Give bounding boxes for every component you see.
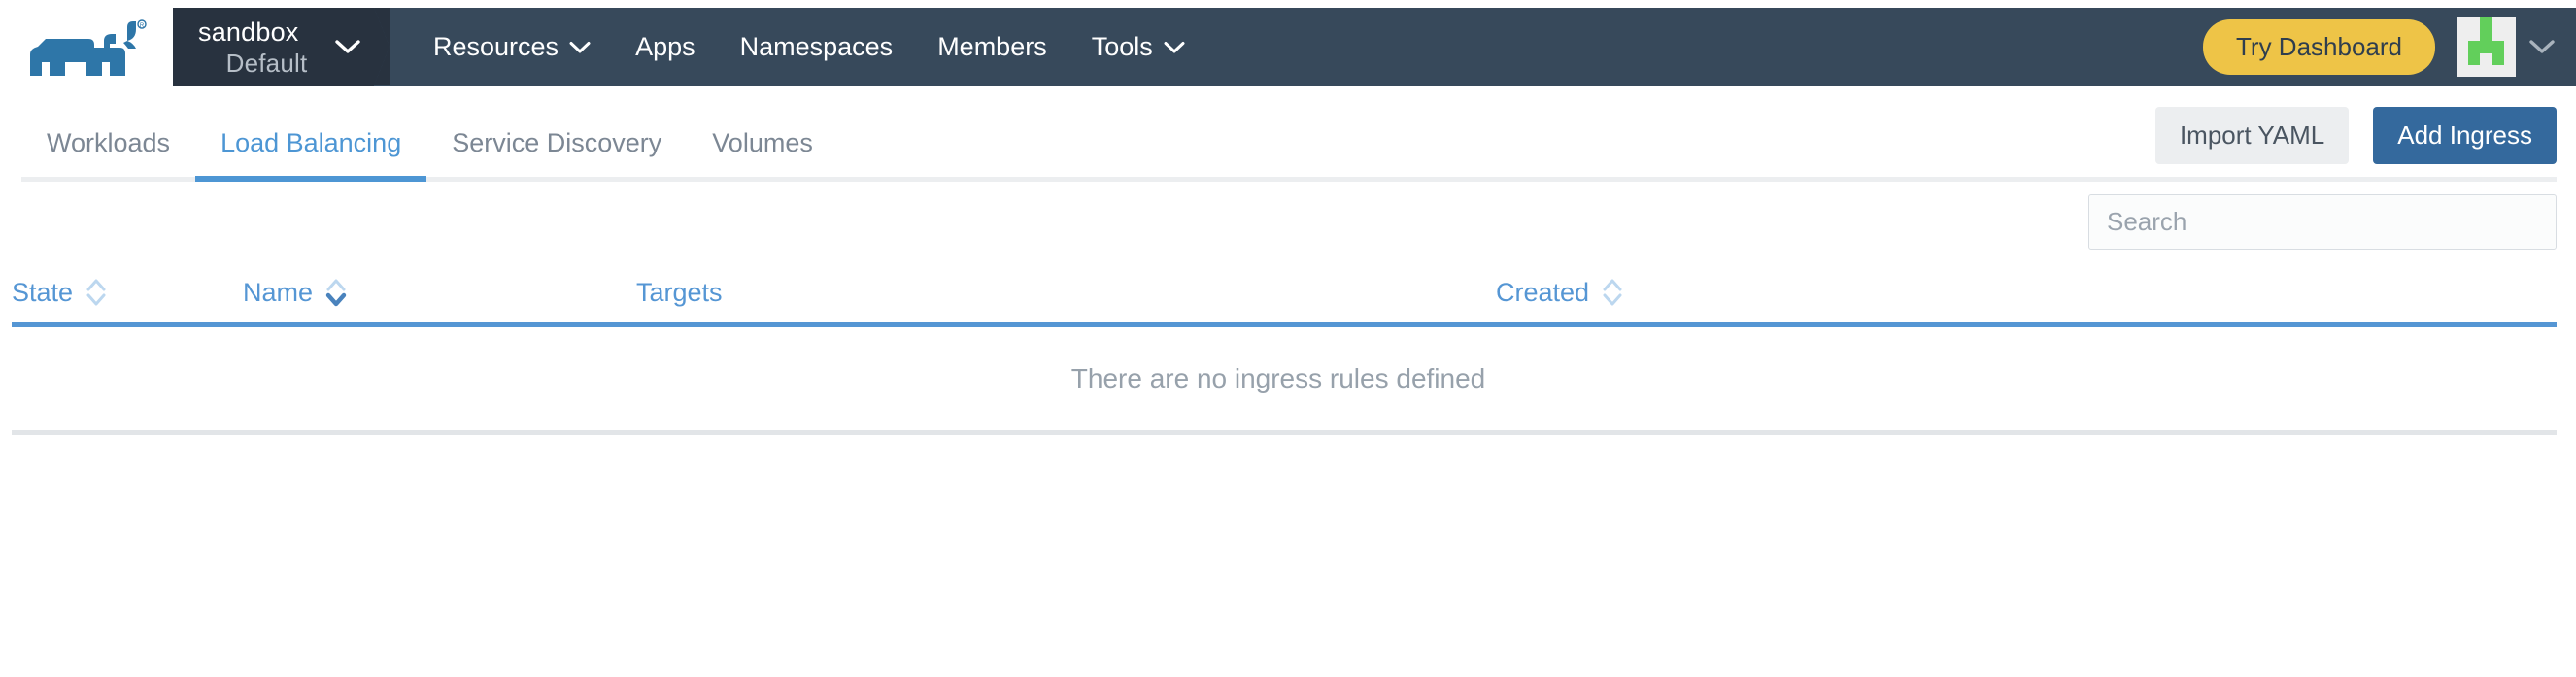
table-header-row: State Name Targets Created <box>0 262 2557 322</box>
avatar[interactable] <box>2457 17 2516 77</box>
empty-state-message: There are no ingress rules defined <box>1070 363 1486 393</box>
chevron-down-icon <box>1164 40 1185 58</box>
chevron-down-icon <box>569 40 591 58</box>
tab-bar: Workloads Load Balancing Service Discove… <box>0 94 2576 182</box>
tab-label: Service Discovery <box>452 128 662 157</box>
page-actions: Import YAML Add Ingress <box>2154 106 2557 170</box>
project-name: Default <box>225 48 308 78</box>
table-empty-state: There are no ingress rules defined <box>0 327 2557 430</box>
column-header-label: Name <box>243 277 314 307</box>
import-yaml-button[interactable]: Import YAML <box>2154 106 2350 164</box>
header-actions: Try Dashboard <box>2203 8 2576 86</box>
search-row <box>0 182 2576 262</box>
avatar-cell <box>2504 17 2516 29</box>
avatar-cell <box>2480 53 2491 65</box>
tab-label: Volumes <box>712 128 813 157</box>
column-header-targets: Targets <box>636 278 1496 308</box>
try-dashboard-button[interactable]: Try Dashboard <box>2203 19 2435 75</box>
avatar-cell <box>2457 29 2468 41</box>
nav-item-label: Resources <box>433 32 559 61</box>
avatar-cell <box>2457 53 2468 65</box>
avatar-cell <box>2504 41 2516 52</box>
nav-item-tools[interactable]: Tools <box>1069 8 1207 86</box>
avatar-cell <box>2457 65 2468 77</box>
avatar-cell <box>2504 65 2516 77</box>
avatar-cell <box>2468 17 2480 29</box>
avatar-cell <box>2492 65 2504 77</box>
tab-label: Load Balancing <box>220 128 402 157</box>
avatar-cell <box>2468 41 2481 53</box>
avatar-cell <box>2457 17 2468 29</box>
column-header-state[interactable]: State <box>12 277 243 308</box>
sort-icon[interactable] <box>85 277 107 308</box>
avatar-cell <box>2492 17 2504 29</box>
tab-list: Workloads Load Balancing Service Discove… <box>21 94 838 182</box>
add-ingress-button[interactable]: Add Ingress <box>2373 106 2557 164</box>
avatar-cell <box>2468 65 2480 77</box>
nav-item-apps[interactable]: Apps <box>613 8 718 86</box>
cluster-selector-notch <box>374 7 390 85</box>
nav-item-resources[interactable]: Resources <box>411 8 613 86</box>
nav-item-namespaces[interactable]: Namespaces <box>718 8 916 86</box>
chevron-down-icon[interactable] <box>2529 35 2555 60</box>
avatar-cell <box>2491 41 2504 53</box>
sort-icon-desc[interactable] <box>325 277 347 308</box>
sort-icon[interactable] <box>1602 277 1623 308</box>
avatar-cell <box>2468 52 2481 65</box>
cluster-project-selector[interactable]: sandbox Default <box>173 8 374 86</box>
tab-workloads[interactable]: Workloads <box>21 128 195 182</box>
top-header: R sandbox Default Resources Apps Namespa… <box>0 0 2576 94</box>
avatar-cell <box>2491 52 2504 65</box>
avatar-cell <box>2480 41 2492 53</box>
tab-load-balancing[interactable]: Load Balancing <box>195 128 427 182</box>
column-header-label: Created <box>1496 277 1590 307</box>
nav-item-label: Namespaces <box>739 32 894 61</box>
tab-label: Workloads <box>47 128 171 157</box>
column-header-label: State <box>12 277 74 307</box>
column-header-created[interactable]: Created <box>1496 277 2557 308</box>
nav-menu: Resources Apps Namespaces Members Tools <box>374 8 1207 86</box>
ingress-table: State Name Targets Created There are no … <box>0 262 2576 435</box>
avatar-cell <box>2504 29 2516 41</box>
nav-item-label: Members <box>937 32 1047 61</box>
chevron-down-icon[interactable] <box>335 37 360 58</box>
column-header-name[interactable]: Name <box>243 277 636 308</box>
avatar-cell <box>2480 17 2492 30</box>
avatar-cell <box>2457 41 2468 52</box>
nav-item-label: Tools <box>1091 32 1153 61</box>
search-input[interactable] <box>2088 194 2557 250</box>
avatar-cell <box>2480 29 2492 42</box>
user-menu[interactable] <box>2457 17 2555 77</box>
avatar-cell <box>2492 29 2504 41</box>
svg-text:R: R <box>140 23 145 29</box>
main-navbar: sandbox Default Resources Apps Namespace… <box>173 7 2576 86</box>
nav-item-label: Apps <box>635 32 695 61</box>
avatar-cell <box>2468 29 2480 41</box>
tab-volumes[interactable]: Volumes <box>687 128 838 182</box>
avatar-cell <box>2480 65 2491 77</box>
avatar-cell <box>2504 53 2516 65</box>
cluster-name: sandbox <box>198 17 299 47</box>
nav-item-members[interactable]: Members <box>915 8 1069 86</box>
table-bottom-rule <box>12 430 2557 435</box>
rancher-cow-logo-icon: R <box>26 17 147 78</box>
rancher-logo[interactable]: R <box>0 0 173 94</box>
column-header-label: Targets <box>636 277 723 307</box>
tab-service-discovery[interactable]: Service Discovery <box>426 128 687 182</box>
